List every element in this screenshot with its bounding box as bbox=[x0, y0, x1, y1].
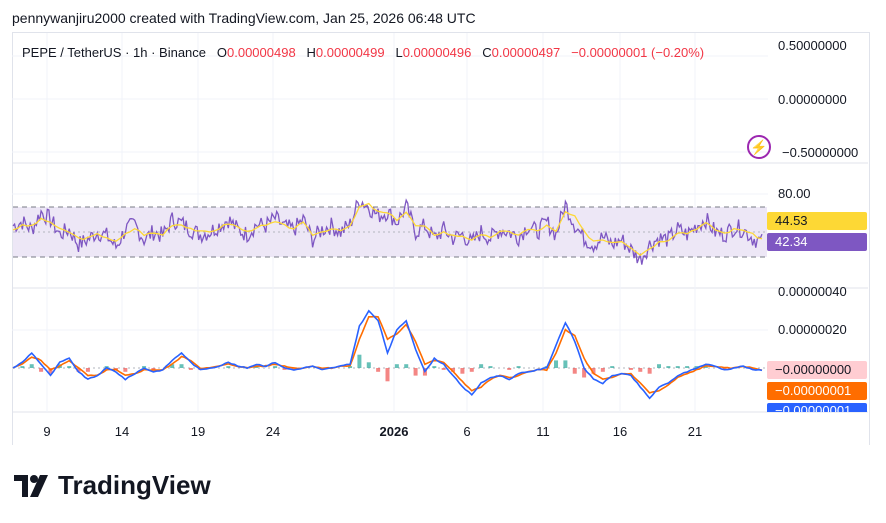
macd-histogram-bar bbox=[39, 368, 44, 372]
macd-histogram-bar bbox=[432, 366, 437, 368]
close-label: C bbox=[482, 45, 492, 60]
macd-line bbox=[12, 309, 763, 400]
price-axis-label: 0.50000000 bbox=[778, 38, 847, 53]
macd-histogram-bar bbox=[675, 366, 680, 368]
symbol-title: PEPE / TetherUS · 1h · Binance bbox=[22, 45, 207, 60]
x-axis-label: 9 bbox=[43, 424, 51, 439]
lightning-icon[interactable]: ⚡ bbox=[747, 135, 771, 159]
macd-histogram-bar bbox=[460, 368, 465, 374]
macd-histogram-bar bbox=[610, 366, 615, 368]
low-value: 0.00000496 bbox=[402, 45, 472, 60]
macd-histogram-bar bbox=[666, 366, 671, 368]
symbol-legend: PEPE / TetherUS · 1h · Binance O0.000004… bbox=[22, 45, 704, 60]
macd-signal-tag: −0.00000001 bbox=[767, 382, 867, 400]
macd-histogram-bar bbox=[628, 368, 633, 370]
macd-histogram-bar bbox=[179, 364, 184, 368]
open-value: 0.00000498 bbox=[227, 45, 296, 60]
close-value: 0.00000497 bbox=[491, 45, 561, 60]
macd-histogram-bar bbox=[357, 354, 362, 368]
macd-histogram-bar bbox=[394, 364, 399, 368]
macd-histogram-bar bbox=[67, 366, 72, 368]
macd-axis-label: 0.00000040 bbox=[778, 284, 847, 299]
rsi-ma-tag: 44.53 bbox=[767, 212, 867, 230]
x-axis-label: 19 bbox=[190, 424, 206, 439]
chart-plot bbox=[12, 33, 868, 413]
x-axis-label: 16 bbox=[612, 424, 628, 439]
macd-histogram-bar bbox=[469, 368, 474, 372]
macd-histogram-bar bbox=[600, 368, 605, 372]
x-axis-label: 24 bbox=[265, 424, 281, 439]
x-axis-label: 2026 bbox=[379, 424, 409, 439]
x-axis-label: 6 bbox=[463, 424, 471, 439]
low-label: L bbox=[395, 45, 403, 60]
x-axis-label: 14 bbox=[114, 424, 130, 439]
change-value: −0.00000001 (−0.20%) bbox=[571, 45, 705, 60]
chart-snapshot: pennywanjiru2000 created with TradingVie… bbox=[0, 0, 886, 523]
price-axis-label: 0.00000000 bbox=[778, 92, 847, 107]
macd-histogram-bar bbox=[188, 368, 193, 370]
x-axis-label: 11 bbox=[536, 424, 550, 439]
macd-histogram-bar bbox=[488, 366, 493, 368]
macd-histogram-bar bbox=[385, 368, 390, 382]
logo-text: TradingView bbox=[58, 470, 211, 500]
macd-histogram-bar bbox=[657, 364, 662, 368]
macd-histogram-bar bbox=[20, 366, 25, 368]
macd-histogram-bar bbox=[647, 368, 652, 374]
macd-histogram-bar bbox=[554, 360, 559, 368]
macd-histogram-bar bbox=[404, 364, 409, 368]
macd-histogram-bar bbox=[273, 366, 278, 368]
macd-histogram-bar bbox=[123, 368, 128, 372]
tradingview-logo[interactable]: TradingView bbox=[14, 470, 211, 501]
macd-histogram-bar bbox=[516, 366, 521, 368]
high-value: 0.00000499 bbox=[315, 45, 385, 60]
high-label: H bbox=[306, 45, 316, 60]
macd-hist-tag: −0.00000000 bbox=[767, 361, 867, 379]
macd-histogram-bar bbox=[685, 366, 690, 368]
macd-histogram-bar bbox=[507, 368, 512, 370]
rsi-value-tag: 42.34 bbox=[767, 233, 867, 251]
macd-axis-label: 0.00000020 bbox=[778, 322, 847, 337]
macd-histogram-bar bbox=[572, 368, 577, 374]
x-axis-label: 21 bbox=[687, 424, 703, 439]
rsi-axis-label: 80.00 bbox=[778, 186, 811, 201]
price-axis-label: −0.50000000 bbox=[782, 145, 859, 160]
macd-line-tag: −0.00000001 bbox=[767, 403, 867, 412]
macd-histogram-bar bbox=[85, 368, 90, 372]
macd-histogram-bar bbox=[29, 364, 34, 368]
macd-histogram-bar bbox=[226, 366, 231, 368]
tradingview-logo-icon bbox=[14, 474, 48, 497]
macd-histogram-bar bbox=[441, 368, 446, 370]
macd-histogram-bar bbox=[638, 368, 643, 372]
macd-histogram-bar bbox=[413, 368, 418, 376]
open-label: O bbox=[216, 45, 227, 60]
macd-histogram-bar bbox=[366, 362, 371, 368]
macd-histogram-bar bbox=[376, 368, 381, 372]
macd-histogram-bar bbox=[479, 364, 484, 368]
macd-histogram-bar bbox=[563, 360, 568, 368]
